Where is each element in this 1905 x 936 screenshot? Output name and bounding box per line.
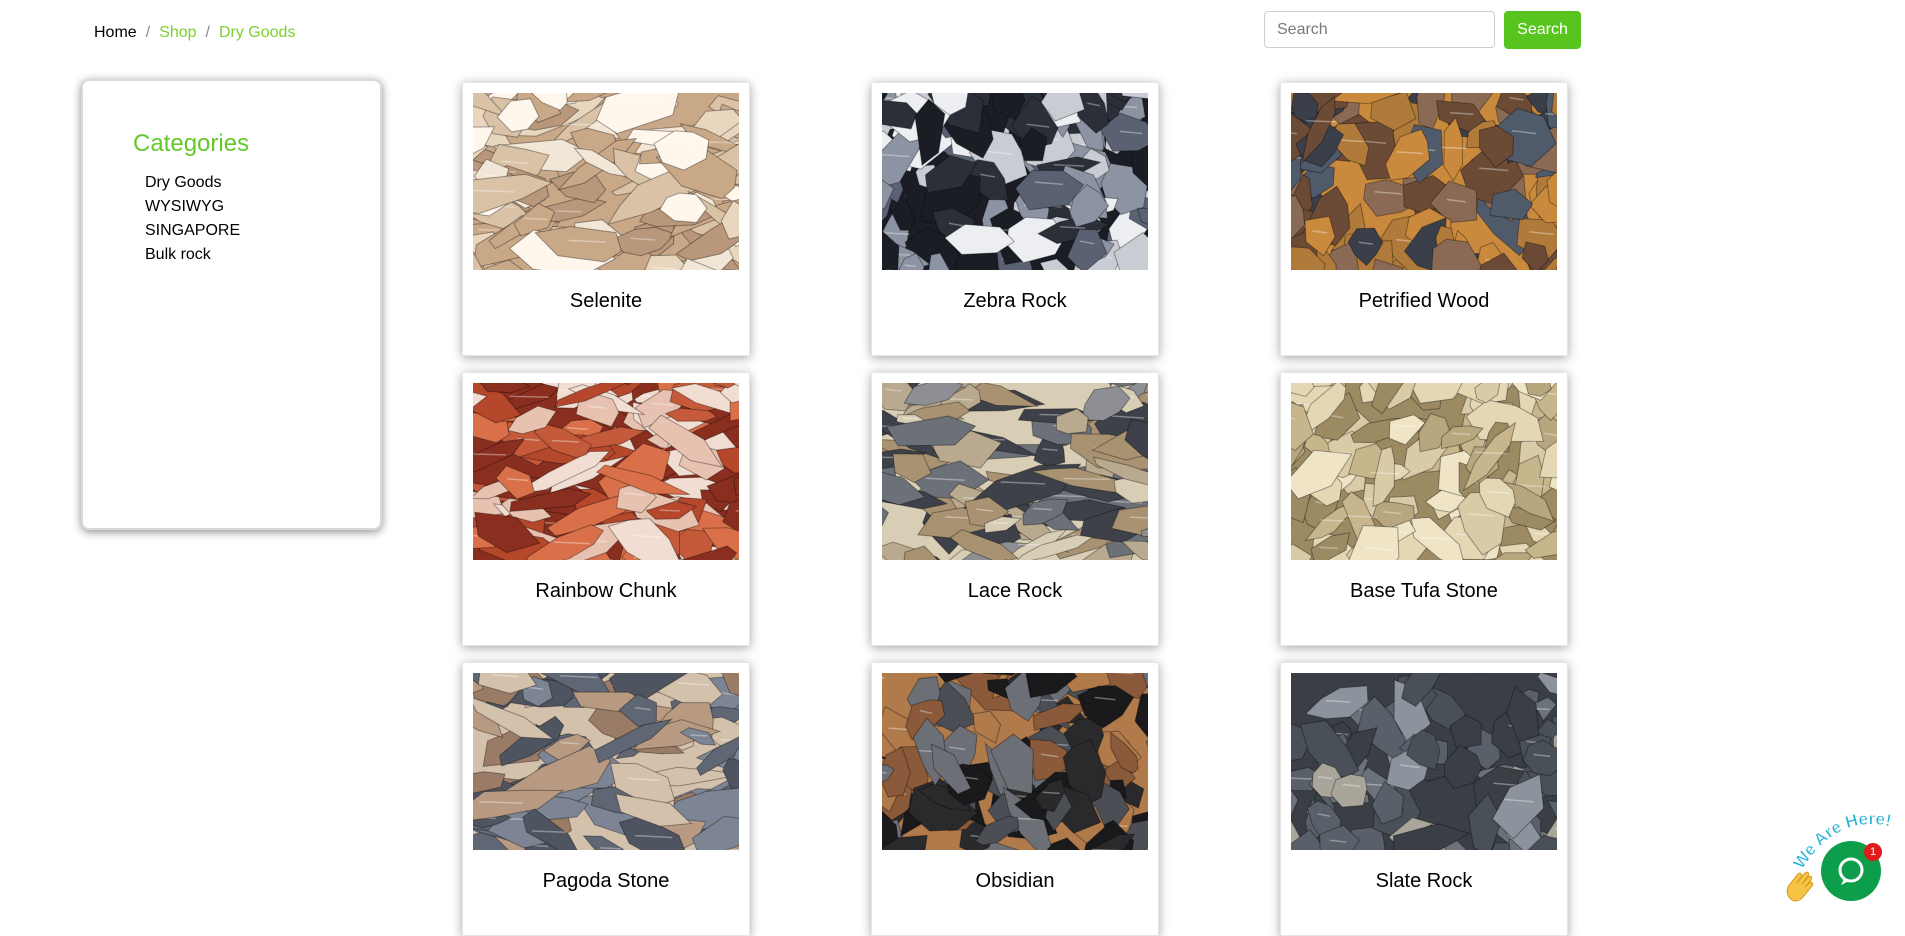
product-card-selenite[interactable]: Selenite <box>462 82 750 356</box>
product-card-rainbow-chunk[interactable]: Rainbow Chunk <box>462 372 750 646</box>
product-title[interactable]: Slate Rock <box>1281 870 1567 893</box>
search-bar: Search <box>1264 11 1581 49</box>
product-image[interactable] <box>473 93 739 270</box>
category-item-dry-goods[interactable]: Dry Goods <box>145 171 240 195</box>
product-image[interactable] <box>1291 93 1557 270</box>
breadcrumb: Home / Shop / Dry Goods <box>94 24 295 42</box>
category-item-bulk-rock[interactable]: Bulk rock <box>145 243 240 267</box>
product-title[interactable]: Pagoda Stone <box>463 870 749 893</box>
product-title[interactable]: Rainbow Chunk <box>463 580 749 603</box>
product-image[interactable] <box>1291 673 1557 850</box>
product-card-obsidian[interactable]: Obsidian <box>871 662 1159 936</box>
product-card-lace-rock[interactable]: Lace Rock <box>871 372 1159 646</box>
breadcrumb-separator: / <box>206 24 210 42</box>
product-title[interactable]: Obsidian <box>872 870 1158 893</box>
search-input[interactable] <box>1264 11 1495 48</box>
waving-hand-icon <box>1780 866 1820 906</box>
chat-widget[interactable]: We Are Here! 1 <box>1780 808 1905 923</box>
categories-title: Categories <box>133 130 249 158</box>
product-image[interactable] <box>473 383 739 560</box>
search-button[interactable]: Search <box>1504 11 1581 49</box>
breadcrumb-current: Dry Goods <box>219 24 295 42</box>
breadcrumb-separator: / <box>146 24 150 42</box>
product-title[interactable]: Base Tufa Stone <box>1281 580 1567 603</box>
product-title[interactable]: Selenite <box>463 290 749 313</box>
categories-panel: Categories Dry Goods WYSIWYG SINGAPORE B… <box>81 79 382 530</box>
product-title[interactable]: Zebra Rock <box>872 290 1158 313</box>
chat-bubble-icon <box>1834 854 1868 888</box>
product-image[interactable] <box>1291 383 1557 560</box>
product-card-slate-rock[interactable]: Slate Rock <box>1280 662 1568 936</box>
category-item-wysiwyg[interactable]: WYSIWYG <box>145 195 240 219</box>
category-item-singapore[interactable]: SINGAPORE <box>145 219 240 243</box>
breadcrumb-shop-link[interactable]: Shop <box>159 24 196 42</box>
product-card-zebra-rock[interactable]: Zebra Rock <box>871 82 1159 356</box>
product-image[interactable] <box>882 383 1148 560</box>
product-title[interactable]: Petrified Wood <box>1281 290 1567 313</box>
category-list: Dry Goods WYSIWYG SINGAPORE Bulk rock <box>145 171 240 267</box>
breadcrumb-home-link[interactable]: Home <box>94 24 137 42</box>
product-card-petrified-wood[interactable]: Petrified Wood <box>1280 82 1568 356</box>
product-image[interactable] <box>882 93 1148 270</box>
product-card-pagoda-stone[interactable]: Pagoda Stone <box>462 662 750 936</box>
product-card-base-tufa-stone[interactable]: Base Tufa Stone <box>1280 372 1568 646</box>
product-title[interactable]: Lace Rock <box>872 580 1158 603</box>
product-image[interactable] <box>473 673 739 850</box>
product-image[interactable] <box>882 673 1148 850</box>
chat-notification-badge: 1 <box>1864 843 1882 861</box>
